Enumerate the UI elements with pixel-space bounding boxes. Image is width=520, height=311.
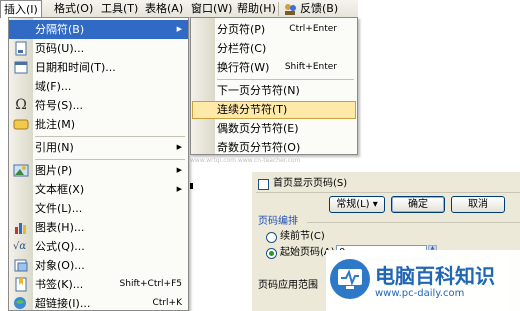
- chart-icon: [15, 223, 26, 234]
- submenu-arrow-icon: ▶: [176, 25, 182, 33]
- submenu-item-odd-page-section[interactable]: 奇数页分节符(O): [191, 138, 357, 157]
- menu-item-file[interactable]: 文件(L)...: [9, 199, 188, 218]
- menu-item-comment[interactable]: 批注(M): [9, 115, 188, 134]
- submenu-arrow-icon: ▶: [176, 185, 182, 193]
- menu-item-label: 图片(P): [35, 164, 73, 177]
- menu-item-label: 书签(K)...: [35, 278, 84, 291]
- monitor-logo-icon: [330, 259, 370, 299]
- menu-item-equation[interactable]: √α 公式(Q)...: [9, 237, 188, 256]
- omega-icon: Ω: [15, 97, 27, 113]
- menu-item-label: 超链接(I)...: [35, 297, 91, 310]
- menu-table[interactable]: 表格(A): [142, 1, 186, 17]
- apply-scope-label: 页码应用范围: [258, 280, 318, 291]
- background-text: www.wrtqi.com www.cn-teacher.com: [190, 157, 301, 164]
- menu-item-label: 公式(Q)...: [35, 240, 85, 253]
- ok-button[interactable]: 确定: [391, 196, 445, 213]
- menu-item-hyperlink[interactable]: 超链接(I)... Ctrl+K: [9, 294, 188, 311]
- menu-item-page-number[interactable]: 页码(U)...: [9, 39, 188, 58]
- menu-item-picture[interactable]: 图片(P) ▶: [9, 161, 188, 180]
- group-title: 页码编排: [258, 216, 298, 227]
- page-number-icon: [15, 41, 27, 56]
- menu-separator: [278, 2, 279, 16]
- submenu-item-even-page-section[interactable]: 偶数页分节符(E): [191, 119, 357, 138]
- menu-help[interactable]: 帮助(H): [234, 1, 279, 17]
- menu-item-label: 图表(H)...: [35, 221, 85, 234]
- menu-item-label: 分栏符(C): [217, 42, 267, 55]
- menu-item-label: 符号(S)...: [35, 99, 84, 112]
- menu-item-label: 连续分节符(T): [217, 103, 288, 116]
- submenu-arrow-icon: ▶: [176, 166, 182, 174]
- cancel-button[interactable]: 取消: [451, 196, 505, 213]
- menu-item-label: 日期和时间(T)...: [35, 61, 116, 74]
- comment-icon: [13, 119, 29, 130]
- watermark-url: www.pc-daily.com: [375, 288, 465, 299]
- menu-item-reference[interactable]: 引用(N) ▶: [9, 138, 188, 157]
- menu-item-label: 批注(M): [35, 118, 76, 131]
- equation-icon: √α: [13, 241, 27, 252]
- continue-label: 续前节(C): [280, 231, 325, 242]
- screenshot: 插入(I) 格式(O) 工具(T) 表格(A) 窗口(W) 帮助(H) 反馈(B…: [0, 0, 520, 311]
- regular-button[interactable]: 常规(L) ▾: [329, 196, 385, 213]
- first-page-checkbox[interactable]: [258, 179, 269, 190]
- calendar-icon: [14, 61, 28, 74]
- group-divider: [307, 222, 520, 223]
- menu-item-label: 页码(U)...: [35, 42, 85, 55]
- object-icon: [14, 259, 28, 272]
- insert-menu: 分隔符(B) ▶ 页码(U)... 日期和时间(T)... 域(F)... Ω …: [8, 17, 189, 311]
- start-at-radio[interactable]: [266, 248, 277, 259]
- menu-format[interactable]: 格式(O): [51, 1, 96, 17]
- hyperlink-icon: [14, 297, 26, 309]
- menu-window[interactable]: 窗口(W): [188, 1, 235, 17]
- menu-item-label: 偶数页分节符(E): [217, 122, 299, 135]
- submenu-item-next-page-section[interactable]: 下一页分节符(N): [191, 81, 357, 100]
- menu-separator: [35, 136, 185, 137]
- submenu-item-page-break[interactable]: 分页符(P) Ctrl+Enter: [191, 20, 357, 39]
- menu-tools[interactable]: 工具(T): [98, 1, 141, 17]
- submenu-item-continuous-section[interactable]: 连续分节符(T): [191, 100, 357, 119]
- menu-item-shortcut: Ctrl+Enter: [289, 24, 337, 34]
- menu-item-object[interactable]: 对象(O)...: [9, 256, 188, 275]
- menu-item-label: 分页符(P): [217, 23, 266, 36]
- menu-bar: 插入(I) 格式(O) 工具(T) 表格(A) 窗口(W) 帮助(H) 反馈(B…: [0, 0, 358, 18]
- menu-item-shortcut: Shift+Enter: [284, 62, 337, 72]
- separator-submenu: 分页符(P) Ctrl+Enter 分栏符(C) 换行符(W) Shift+En…: [190, 17, 358, 155]
- picture-icon: [13, 164, 29, 177]
- watermark: 电脑百科知识 www.pc-daily.com: [326, 250, 520, 311]
- menu-item-label: 换行符(W): [217, 61, 270, 74]
- menu-item-chart[interactable]: 图表(H)...: [9, 218, 188, 237]
- menu-item-date-time[interactable]: 日期和时间(T)...: [9, 58, 188, 77]
- continue-radio[interactable]: [266, 232, 277, 243]
- menu-item-label: 文本框(X): [35, 183, 85, 196]
- menu-item-label: 奇数页分节符(O): [217, 141, 301, 154]
- menu-item-shortcut: Ctrl+K: [152, 298, 182, 308]
- submenu-item-line-break[interactable]: 换行符(W) Shift+Enter: [191, 58, 357, 77]
- menu-item-field[interactable]: 域(F)...: [9, 77, 188, 96]
- menu-item-textbox[interactable]: 文本框(X) ▶: [9, 180, 188, 199]
- menu-feedback[interactable]: 反馈(B): [297, 1, 341, 17]
- menu-item-label: 分隔符(B): [35, 23, 85, 36]
- menu-item-bookmark[interactable]: 书签(K)... Shift+Ctrl+F5: [9, 275, 188, 294]
- menu-insert[interactable]: 插入(I): [0, 0, 42, 18]
- menu-item-symbol[interactable]: Ω 符号(S)...: [9, 96, 188, 115]
- menu-item-label: 文件(L)...: [35, 202, 83, 215]
- text-cursor: [190, 183, 193, 189]
- submenu-item-column-break[interactable]: 分栏符(C): [191, 39, 357, 58]
- watermark-title: 电脑百科知识: [375, 264, 495, 288]
- first-page-label: 首页显示页码(S): [273, 178, 348, 189]
- menu-item-label: 下一页分节符(N): [217, 84, 300, 97]
- menu-item-shortcut: Shift+Ctrl+F5: [119, 279, 182, 289]
- submenu-arrow-icon: ▶: [176, 143, 182, 151]
- menu-item-label: 引用(N): [35, 141, 74, 154]
- bookmark-icon: [15, 277, 27, 292]
- menu-item-label: 对象(O)...: [35, 259, 85, 272]
- menu-separator: [35, 159, 185, 160]
- menu-item-separator[interactable]: 分隔符(B) ▶: [9, 20, 188, 39]
- feedback-icon: [285, 4, 296, 15]
- divider: [256, 192, 520, 193]
- menu-item-label: 域(F)...: [35, 80, 72, 93]
- menu-separator: [217, 79, 354, 80]
